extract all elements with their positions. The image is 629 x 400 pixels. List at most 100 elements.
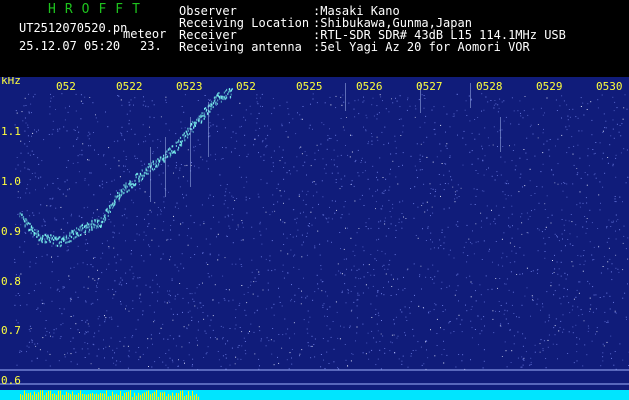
noise-speck: [462, 164, 464, 166]
signal-spike: [144, 392, 145, 400]
echo-speck: [79, 227, 81, 230]
noise-speck: [463, 246, 465, 248]
noise-speck: [331, 241, 332, 243]
signal-spike: [194, 395, 195, 400]
noise-speck: [403, 216, 404, 218]
echo-speck: [52, 235, 55, 237]
noise-speck: [207, 273, 209, 274]
echo-speck: [195, 122, 197, 125]
echo-speck: [126, 185, 128, 188]
noise-speck: [169, 295, 171, 297]
noise-speck: [622, 118, 624, 120]
noise-speck: [498, 311, 500, 312]
noise-speck: [354, 161, 356, 163]
noise-speck: [96, 285, 97, 287]
noise-speck: [205, 238, 207, 240]
noise-speck: [169, 259, 171, 261]
noise-speck: [79, 332, 80, 333]
noise-speck: [575, 116, 577, 118]
noise-speck: [250, 281, 252, 283]
noise-speck: [100, 257, 102, 259]
noise-speck: [229, 328, 231, 329]
noise-speck: [517, 357, 519, 359]
noise-speck: [340, 178, 342, 180]
noise-speck: [32, 132, 34, 134]
noise-speck: [600, 202, 601, 204]
noise-speck: [477, 241, 479, 243]
noise-speck: [139, 184, 140, 186]
noise-speck: [620, 152, 622, 154]
noise-speck: [222, 118, 224, 120]
noise-speck: [337, 172, 339, 174]
noise-speck: [373, 115, 375, 117]
noise-speck: [422, 155, 424, 157]
noise-speck: [235, 317, 236, 319]
noise-speck: [290, 300, 292, 302]
noise-speck: [329, 306, 331, 308]
noise-speck: [446, 147, 448, 149]
noise-speck: [538, 202, 540, 204]
echo-speck: [211, 103, 213, 106]
noise-speck: [266, 144, 268, 146]
noise-speck: [182, 297, 184, 299]
noise-speck: [595, 294, 597, 296]
noise-speck: [612, 222, 614, 223]
noise-speck: [144, 163, 145, 165]
noise-speck: [57, 255, 59, 257]
signal-spike: [30, 392, 31, 400]
echo-speck: [184, 139, 186, 142]
noise-speck: [20, 152, 22, 154]
noise-speck: [102, 187, 104, 189]
noise-speck: [593, 153, 595, 155]
echo-speck: [91, 222, 93, 225]
noise-speck: [204, 95, 206, 96]
noise-speck: [578, 292, 580, 294]
noise-speck: [251, 226, 253, 228]
noise-speck: [368, 351, 370, 353]
noise-speck: [191, 316, 193, 318]
noise-speck: [558, 330, 560, 332]
noise-speck: [220, 325, 222, 327]
noise-speck: [171, 278, 173, 280]
noise-speck: [577, 117, 579, 119]
noise-speck: [112, 357, 114, 359]
signal-spike: [134, 392, 135, 400]
noise-speck: [548, 316, 550, 318]
echo-speck: [68, 239, 71, 242]
noise-speck: [112, 297, 114, 299]
noise-speck: [29, 179, 31, 181]
noise-speck: [179, 283, 181, 284]
noise-speck: [75, 110, 77, 112]
noise-speck: [241, 220, 243, 221]
noise-speck: [131, 266, 133, 268]
noise-speck: [276, 188, 278, 189]
noise-speck: [191, 162, 192, 164]
noise-speck: [243, 116, 245, 118]
noise-speck: [542, 303, 543, 305]
noise-speck: [26, 188, 28, 190]
noise-speck: [529, 168, 531, 170]
noise-speck: [287, 328, 289, 330]
noise-speck: [273, 107, 275, 109]
noise-speck: [257, 135, 259, 137]
noise-speck: [340, 248, 341, 250]
noise-speck: [390, 216, 392, 218]
noise-speck: [518, 123, 520, 125]
noise-speck: [25, 105, 27, 106]
noise-speck: [263, 154, 265, 156]
noise-speck: [290, 249, 292, 251]
noise-speck: [320, 268, 322, 270]
noise-speck: [132, 308, 134, 309]
noise-speck: [443, 329, 445, 331]
noise-speck: [302, 106, 304, 107]
noise-speck: [363, 276, 365, 278]
echo-speck: [93, 223, 95, 226]
noise-speck: [583, 264, 585, 266]
noise-speck: [514, 245, 516, 247]
noise-speck: [474, 329, 476, 330]
echo-speck: [34, 229, 36, 231]
noise-speck: [445, 145, 447, 147]
echo-speck: [179, 136, 182, 139]
noise-speck: [430, 329, 431, 331]
noise-speck: [554, 233, 556, 235]
